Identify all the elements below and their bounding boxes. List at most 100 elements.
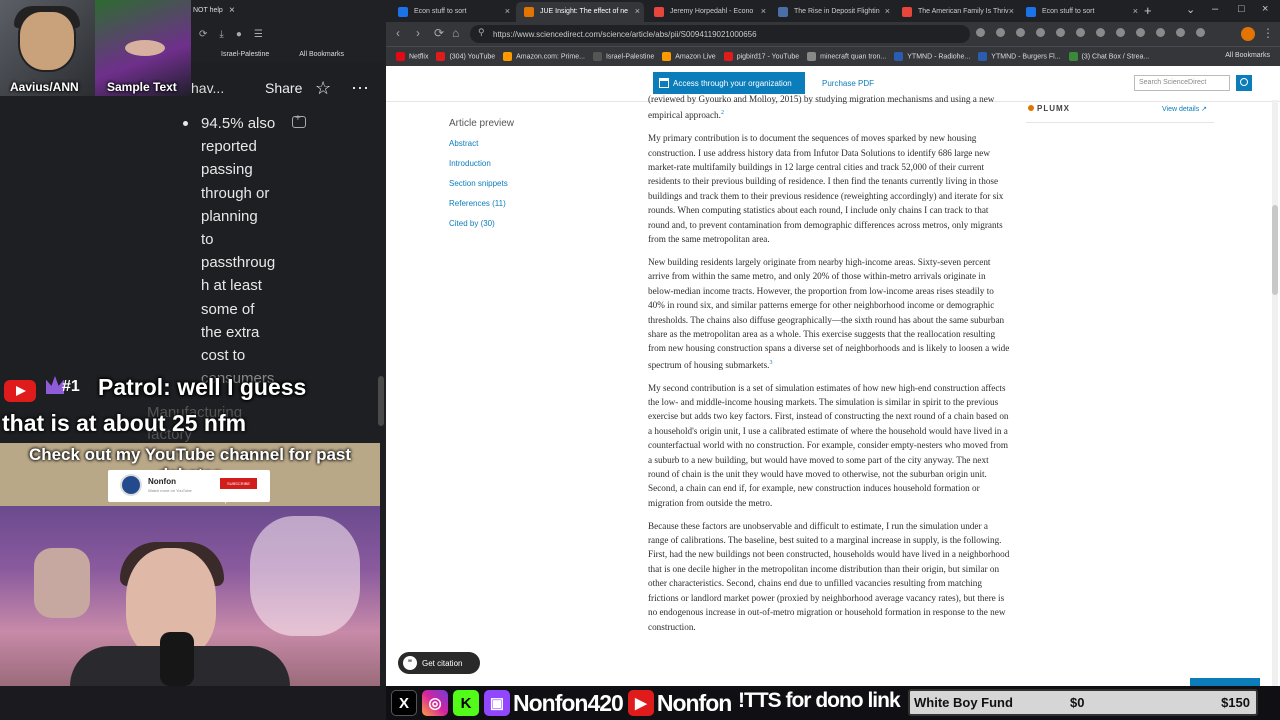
preview-link-snippets[interactable]: Section snippets: [449, 179, 589, 188]
extension-icon[interactable]: [1076, 28, 1085, 37]
institution-icon: [659, 78, 669, 88]
bullet-line: planning: [201, 207, 258, 225]
reload-icon[interactable]: ⟳: [434, 26, 444, 40]
extension-icon[interactable]: [1036, 28, 1045, 37]
divider: [1026, 122, 1214, 123]
bullet-line: the extra: [201, 323, 260, 341]
star-icon[interactable]: ☆: [315, 78, 331, 99]
close-icon[interactable]: ×: [635, 6, 640, 16]
bookmark-item[interactable]: Netflix: [396, 52, 428, 61]
bookmark-item[interactable]: pigbird17 - YouTube: [723, 52, 799, 61]
bookmark-item[interactable]: (304) YouTube: [436, 52, 495, 61]
bookmark-item[interactable]: Amazon.com: Prime...: [503, 52, 585, 61]
share-button[interactable]: Share: [265, 80, 302, 96]
bookmark-item[interactable]: Israel-Palestine: [592, 52, 654, 61]
close-icon[interactable]: ×: [761, 6, 766, 16]
close-icon[interactable]: ×: [1009, 6, 1014, 16]
tab-search-icon[interactable]: ⌄: [1186, 3, 1195, 16]
profile-avatar[interactable]: [1241, 27, 1255, 41]
extension-icon[interactable]: [1016, 28, 1025, 37]
site-info-icon[interactable]: ⚲: [478, 27, 485, 38]
bookmark-item[interactable]: YTMND - Radiohe...: [894, 52, 970, 61]
footnote-ref[interactable]: 2: [721, 110, 724, 116]
refresh-icon[interactable]: ⟳: [199, 29, 207, 40]
add-comment-icon[interactable]: [292, 113, 306, 128]
url-input[interactable]: ⚲ https://www.sciencedirect.com/science/…: [470, 25, 970, 43]
search-input[interactable]: Search ScienceDirect: [1134, 75, 1230, 91]
preview-link-abstract[interactable]: Abstract: [449, 139, 589, 148]
extension-icon[interactable]: [1056, 28, 1065, 37]
x-icon: X: [391, 690, 417, 716]
bookmark-item[interactable]: minecraft quan tron...: [807, 52, 886, 61]
close-icon[interactable]: ×: [505, 6, 510, 16]
bookmark-item[interactable]: (3) Chat Box / Strea...: [1068, 52, 1149, 61]
browser-menu-icon[interactable]: ⋮: [1262, 26, 1274, 40]
preview-link-cited-by[interactable]: Cited by (30): [449, 219, 589, 228]
preview-link-references[interactable]: References (11): [449, 199, 589, 208]
bookmark-favicon: [503, 52, 513, 61]
menu-icon[interactable]: ☰: [254, 29, 263, 40]
access-button[interactable]: Access through your organization: [653, 72, 805, 94]
extension-icon[interactable]: [1116, 28, 1125, 37]
all-bookmarks[interactable]: All Bookmarks: [1225, 52, 1270, 59]
page-scrollbar[interactable]: [1272, 100, 1278, 686]
new-tab-icon[interactable]: +: [1144, 3, 1152, 18]
browser-tab[interactable]: The American Family Is Thriv ×: [894, 2, 1018, 22]
browser-tab[interactable]: Econ stuff to sort ×: [390, 2, 514, 22]
bookmark-label: Amazon Live: [675, 53, 716, 61]
view-details-link[interactable]: View details ↗: [1162, 105, 1207, 113]
bullet-line: some of: [201, 300, 255, 318]
extension-icon[interactable]: ●: [236, 29, 242, 40]
window-close-icon[interactable]: ×: [1262, 3, 1268, 15]
preview-link-introduction[interactable]: Introduction: [449, 159, 589, 168]
extension-icon[interactable]: [1096, 28, 1105, 37]
close-icon[interactable]: ×: [229, 5, 235, 16]
browser-tab[interactable]: Jeremy Horpedahl - Econo ×: [646, 2, 770, 22]
back-icon[interactable]: ‹: [396, 26, 400, 40]
more-icon[interactable]: ⋯: [351, 78, 370, 99]
maximize-icon[interactable]: □: [1238, 3, 1245, 15]
browser-tab[interactable]: The Rise in Deposit Flightin ×: [770, 2, 894, 22]
search-icon[interactable]: [1236, 75, 1252, 91]
footnote-ref[interactable]: 3: [769, 360, 772, 366]
subscribe-button[interactable]: SUBSCRIBE: [220, 478, 257, 489]
tab-label: Econ stuff to sort: [1042, 8, 1095, 15]
download-icon[interactable]: ⤓: [219, 29, 223, 40]
bookmark-item[interactable]: YTMND - Burgers Fl...: [978, 52, 1061, 61]
avatar-face: [18, 10, 76, 72]
bullet-line: to: [201, 231, 214, 249]
close-icon[interactable]: ×: [885, 6, 890, 16]
tab-favicon: [1026, 7, 1036, 17]
extension-icon[interactable]: [976, 28, 985, 37]
purchase-pdf-link[interactable]: Purchase PDF: [822, 79, 874, 88]
home-icon[interactable]: ⌂: [452, 26, 459, 40]
scroll-thumb[interactable]: [1272, 205, 1278, 295]
extension-icon[interactable]: [996, 28, 1005, 37]
minimize-icon[interactable]: –: [1212, 3, 1218, 15]
browser-tab[interactable]: Econ stuff to sort ×: [1018, 2, 1142, 22]
extension-icon[interactable]: [1136, 28, 1145, 37]
close-icon[interactable]: ×: [1133, 6, 1138, 16]
mini-bookmark-all[interactable]: All Bookmarks: [299, 51, 344, 58]
bookmark-label: YTMND - Radiohe...: [907, 53, 971, 61]
article-paragraph: Because these factors are unobservable a…: [648, 520, 1010, 632]
social-handle-2: Nonfon: [656, 689, 732, 716]
goal-target: $150: [1221, 695, 1250, 710]
get-citation-button[interactable]: " Get citation: [398, 652, 480, 674]
social-handle-1: Nonfon420: [513, 689, 624, 716]
tab-label: The Rise in Deposit Flightin: [794, 8, 880, 15]
mini-browser: NOT help × ⟳ ⤓ ● ☰ Israel-Palestine All Bookm…: [191, 0, 386, 62]
feedback-tab[interactable]: [1190, 678, 1260, 686]
article-paragraph: My second contribution is a set of simul…: [648, 382, 1009, 508]
article-preview-nav: Article preview Abstract Introduction Se…: [449, 118, 589, 239]
extension-icon[interactable]: [1196, 28, 1205, 37]
forward-icon[interactable]: ›: [416, 26, 420, 40]
extension-icon[interactable]: [1176, 28, 1185, 37]
bullet-line: reported: [201, 138, 257, 156]
mini-tab[interactable]: NOT help ×: [191, 3, 251, 19]
bookmark-item[interactable]: Amazon Live: [662, 52, 716, 61]
extension-icon[interactable]: [1156, 28, 1165, 37]
bookmark-favicon: [396, 52, 405, 61]
browser-tab-active[interactable]: JUE Insight: The effect of ne ×: [516, 2, 644, 22]
mini-bookmark[interactable]: Israel-Palestine: [221, 51, 269, 58]
